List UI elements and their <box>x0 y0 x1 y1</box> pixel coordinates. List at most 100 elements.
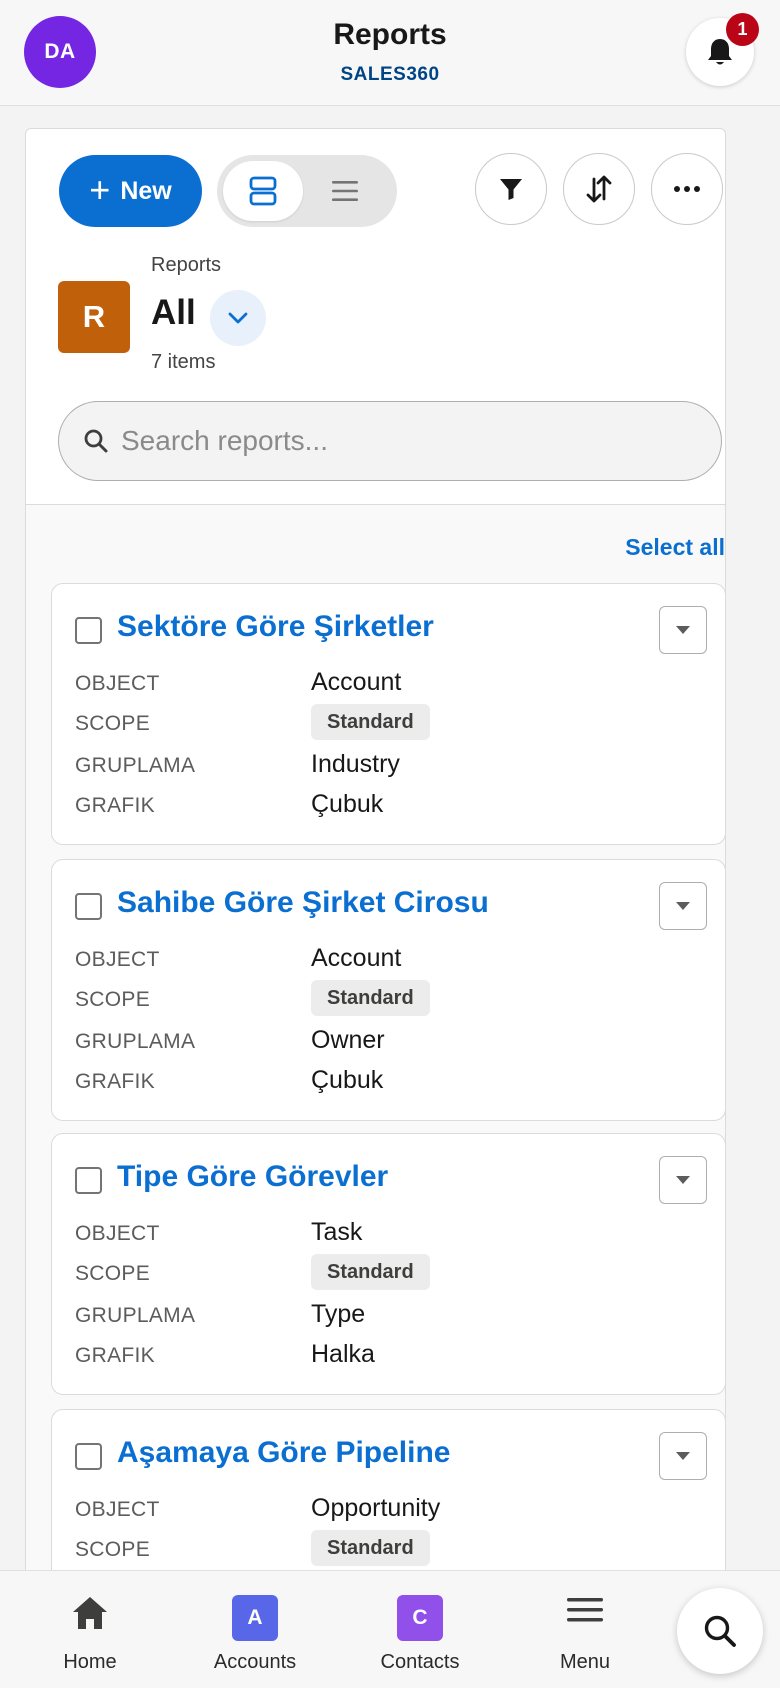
search-icon <box>704 1615 736 1647</box>
accounts-icon: A <box>232 1595 278 1641</box>
filter-icon <box>500 179 522 200</box>
nav-menu[interactable]: Menu <box>510 1571 660 1688</box>
nav-contacts[interactable]: C Contacts <box>345 1571 495 1688</box>
items-count: 7 items <box>151 351 216 373</box>
field-value: Opportunity <box>311 1494 441 1522</box>
nav-label: Home <box>63 1651 117 1673</box>
scope-badge: Standard <box>311 1254 430 1290</box>
field-scope: SCOPE Standard <box>75 980 695 1020</box>
field-value: Çubuk <box>311 1066 384 1094</box>
field-chart: GRAFIK Çubuk <box>75 1062 695 1102</box>
object-label: Reports <box>151 254 222 276</box>
global-search-button[interactable] <box>677 1588 763 1674</box>
report-title-link[interactable]: Sahibe Göre Şirket Cirosu <box>117 886 489 920</box>
card-view-button[interactable] <box>223 161 303 221</box>
contacts-icon: C <box>397 1595 443 1641</box>
field-chart: GRAFIK Halka <box>75 1336 695 1376</box>
field-object: OBJECT Task <box>75 1214 695 1254</box>
sort-button[interactable] <box>563 153 635 225</box>
chevron-down-icon <box>228 312 248 324</box>
field-value: Task <box>311 1218 363 1246</box>
field-label: OBJECT <box>75 1498 160 1521</box>
report-actions-button[interactable] <box>659 882 707 930</box>
field-object: OBJECT Account <box>75 664 695 704</box>
report-title-link[interactable]: Sektöre Göre Şirketler <box>117 610 434 644</box>
view-mode-toggle <box>217 155 397 227</box>
report-card[interactable]: Tipe Göre Görevler OBJECT Task SCOPE Sta… <box>51 1133 725 1395</box>
field-chart: GRAFIK Çubuk <box>75 786 695 826</box>
list-view-card: + New R Reports All 7 items Search repor… <box>25 128 726 1578</box>
search-bar <box>58 401 722 481</box>
field-scope: SCOPE Standard <box>75 1530 695 1570</box>
more-actions-button[interactable] <box>651 153 723 225</box>
search-input[interactable] <box>121 416 701 466</box>
scope-badge: Standard <box>311 980 430 1016</box>
field-value: Account <box>311 944 402 972</box>
scope-badge: Standard <box>311 1530 430 1566</box>
field-label: SCOPE <box>75 1262 151 1285</box>
nav-label: Menu <box>559 1651 611 1673</box>
report-actions-button[interactable] <box>659 1156 707 1204</box>
sort-icon <box>586 175 612 203</box>
nav-home[interactable]: Home <box>15 1571 165 1688</box>
report-title-link[interactable]: Aşamaya Göre Pipeline <box>117 1436 451 1470</box>
new-button[interactable]: + New <box>59 155 202 227</box>
caret-down-icon <box>676 902 690 910</box>
field-grouping: GRUPLAMA Industry <box>75 746 695 786</box>
caret-down-icon <box>676 1452 690 1460</box>
caret-down-icon <box>676 1176 690 1184</box>
report-checkbox[interactable] <box>75 617 102 644</box>
list-view-icon <box>332 181 358 201</box>
field-value: Halka <box>311 1340 375 1368</box>
report-actions-button[interactable] <box>659 606 707 654</box>
field-label: GRUPLAMA <box>75 754 196 777</box>
field-scope: SCOPE Standard <box>75 704 695 744</box>
more-icon <box>674 186 700 192</box>
card-view-icon <box>249 176 277 206</box>
report-card[interactable]: Sektöre Göre Şirketler OBJECT Account SC… <box>51 583 725 845</box>
field-value: Type <box>311 1300 366 1328</box>
field-object: OBJECT Opportunity <box>75 1490 695 1530</box>
hamburger-menu-icon <box>567 1598 603 1622</box>
report-card[interactable]: Sahibe Göre Şirket Cirosu OBJECT Account… <box>51 859 725 1121</box>
nav-label: Accounts <box>213 1651 297 1673</box>
top-header: DA Reports SALES360 1 <box>0 0 780 106</box>
report-checkbox[interactable] <box>75 1443 102 1470</box>
field-value: Çubuk <box>311 790 384 818</box>
home-icon <box>73 1597 107 1629</box>
field-label: SCOPE <box>75 1538 151 1561</box>
field-value: Industry <box>311 750 400 778</box>
search-icon <box>84 429 108 453</box>
nav-label: Contacts <box>380 1651 460 1673</box>
scope-badge: Standard <box>311 704 430 740</box>
caret-down-icon <box>676 626 690 634</box>
report-actions-button[interactable] <box>659 1432 707 1480</box>
field-label: GRAFIK <box>75 794 155 817</box>
report-checkbox[interactable] <box>75 893 102 920</box>
bell-icon <box>708 39 732 65</box>
report-title-link[interactable]: Tipe Göre Görevler <box>117 1160 388 1194</box>
page-title: Reports <box>333 18 447 51</box>
field-grouping: GRUPLAMA Type <box>75 1296 695 1336</box>
list-view-button[interactable] <box>305 161 385 221</box>
bottom-nav: Home A Accounts C Contacts Menu <box>0 1570 780 1688</box>
field-value: Owner <box>311 1026 385 1054</box>
field-label: OBJECT <box>75 1222 160 1245</box>
report-card[interactable]: Aşamaya Göre Pipeline OBJECT Opportunity… <box>51 1409 725 1577</box>
field-label: GRAFIK <box>75 1070 155 1093</box>
field-label: OBJECT <box>75 948 160 971</box>
plus-icon: + <box>89 168 111 210</box>
notification-count-badge: 1 <box>726 13 759 46</box>
list-toolbar: + New <box>26 129 725 229</box>
nav-accounts[interactable]: A Accounts <box>180 1571 330 1688</box>
field-label: SCOPE <box>75 712 151 735</box>
list-view-name: All <box>151 293 196 332</box>
list-view-switcher-button[interactable] <box>210 290 266 346</box>
select-all-link[interactable]: Select all <box>525 534 725 561</box>
new-button-label: New <box>120 176 172 205</box>
filter-button[interactable] <box>475 153 547 225</box>
report-checkbox[interactable] <box>75 1167 102 1194</box>
field-label: GRAFIK <box>75 1344 155 1367</box>
field-value: Account <box>311 668 402 696</box>
field-label: SCOPE <box>75 988 151 1011</box>
